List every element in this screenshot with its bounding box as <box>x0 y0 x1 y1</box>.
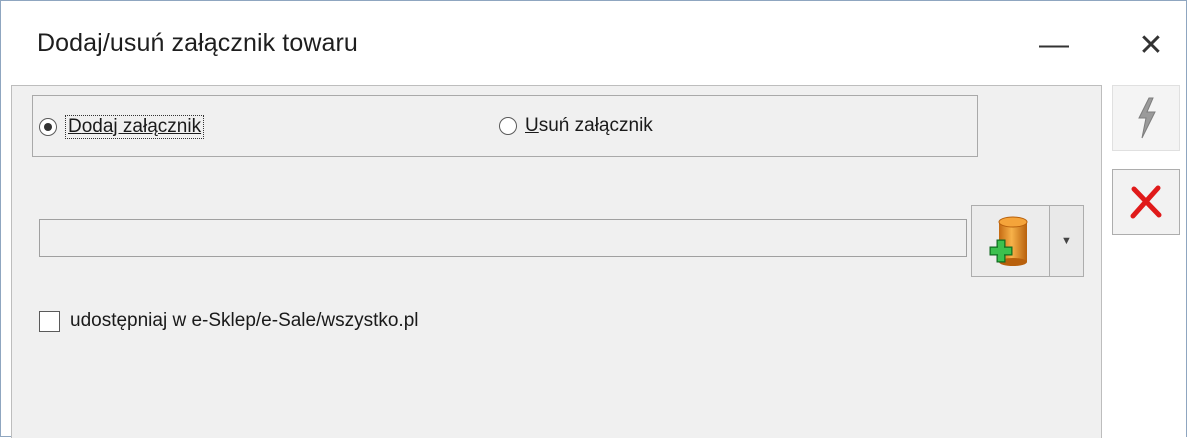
chevron-down-icon[interactable]: ▼ <box>1050 206 1083 276</box>
attachment-path-field[interactable] <box>39 219 967 257</box>
radio-add-circle[interactable] <box>39 118 57 136</box>
database-add-icon <box>989 216 1027 266</box>
share-checkbox-label: udostępniaj w e-Sklep/e-Sale/wszystko.pl <box>70 310 419 331</box>
dialog-window: Dodaj/usuń załącznik towaru — ✕ Dodaj za… <box>0 0 1187 438</box>
radio-add-label: Dodaj załącznik <box>65 115 205 139</box>
radio-remove-label: Usuń załącznik <box>525 115 653 136</box>
cancel-button[interactable] <box>1112 169 1180 235</box>
red-x-icon <box>1130 185 1162 219</box>
radio-add-attachment[interactable]: Dodaj załącznik <box>39 115 205 139</box>
share-checkbox-row[interactable]: udostępniaj w e-Sklep/e-Sale/wszystko.pl <box>39 310 419 332</box>
radio-remove-circle[interactable] <box>499 117 517 135</box>
add-attachment-split-button[interactable]: ▼ <box>971 205 1084 277</box>
minimize-button[interactable]: — <box>1024 19 1084 71</box>
side-toolbar <box>1102 85 1186 437</box>
title-bar[interactable]: Dodaj/usuń załącznik towaru — ✕ <box>1 1 1186 85</box>
run-button[interactable] <box>1112 85 1180 151</box>
lightning-icon <box>1138 97 1156 139</box>
radio-remove-attachment[interactable]: Usuń załącznik <box>499 115 653 137</box>
add-attachment-button[interactable] <box>972 206 1050 276</box>
close-button[interactable]: ✕ <box>1121 19 1181 71</box>
window-title: Dodaj/usuń załącznik towaru <box>37 29 358 57</box>
share-checkbox[interactable] <box>39 310 60 332</box>
